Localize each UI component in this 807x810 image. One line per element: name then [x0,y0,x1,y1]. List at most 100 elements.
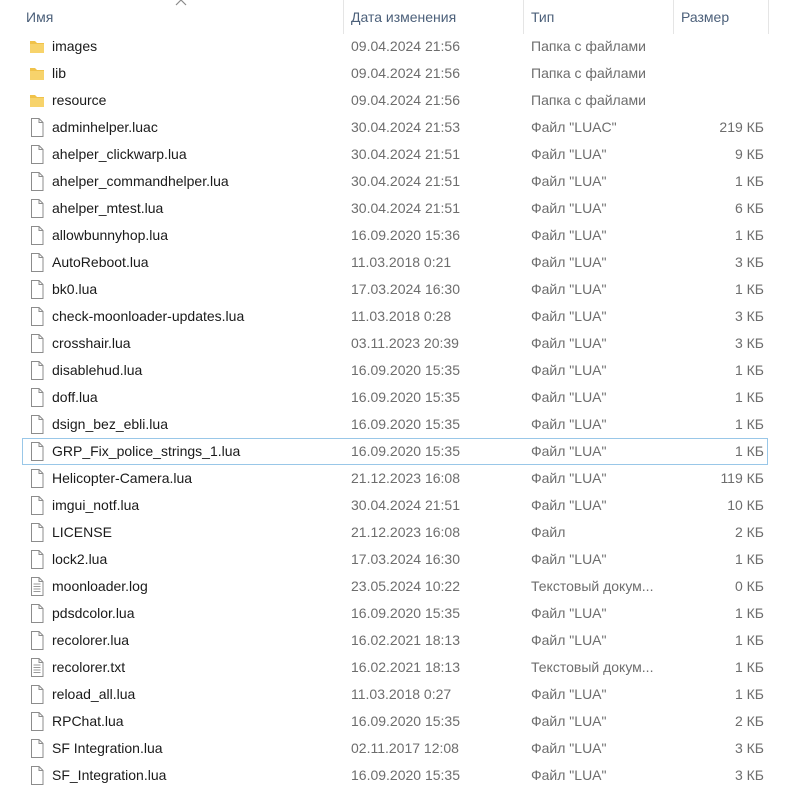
file-size [672,87,764,114]
file-row[interactable]: Helicopter-Camera.lua 21.12.2023 16:08 Фай… [22,465,768,492]
file-row[interactable]: bk0.lua 17.03.2024 16:30 Файл "LUA" 1 КБ [22,276,768,303]
column-separator[interactable] [523,0,524,34]
chevron-up-icon [175,0,187,6]
file-row[interactable]: RPChat.lua 16.09.2020 15:35 Файл "LUA" 2 КБ [22,708,768,735]
file-icon [28,495,46,516]
file-type: Файл "LUA" [531,767,607,783]
file-row[interactable]: allowbunnyhop.lua 16.09.2020 15:36 Файл "L… [22,222,768,249]
file-name: images [52,38,98,54]
file-name: AutoReboot.lua [52,254,149,270]
file-row[interactable]: pdsdcolor.lua 16.09.2020 15:35 Файл "LUA" 1… [22,600,768,627]
file-row[interactable]: ahelper_mtest.lua 30.04.2024 21:51 Файл "L… [22,195,768,222]
file-row[interactable]: moonloader.log 23.05.2024 10:22 Текстовый … [22,573,768,600]
file-name: pdsdcolor.lua [52,605,135,621]
file-icon [28,630,46,651]
file-icon [28,603,46,624]
folder-icon [28,90,46,111]
file-row[interactable]: GRP_Fix_police_strings_1.lua 16.09.2020 1… [22,438,768,465]
file-icon [28,549,46,570]
file-row[interactable]: images 09.04.2024 21:56 Папка с файлами [22,33,768,60]
file-type: Файл "LUA" [531,605,607,621]
file-row[interactable]: ahelper_clickwarp.lua 30.04.2024 21:51 Фай… [22,141,768,168]
column-header-type[interactable]: Тип [531,0,554,34]
file-size: 3 КБ [734,254,764,270]
file-date: 16.09.2020 15:35 [351,416,460,432]
file-name: SF Integration.lua [52,740,163,756]
file-name: lib [52,65,67,81]
file-name: crosshair.lua [52,335,131,351]
file-icon [28,684,46,705]
folder-icon [28,63,46,84]
column-separator[interactable] [673,0,674,34]
file-size: 1 КБ [734,362,764,378]
file-name: reload_all.lua [52,686,136,702]
file-row[interactable]: crosshair.lua 03.11.2023 20:39 Файл "LUA" 3… [22,330,768,357]
file-size [672,33,764,60]
file-name: Helicopter-Camera.lua [52,470,193,486]
file-row[interactable]: ahelper_commandhelper.lua 30.04.2024 21:5… [22,168,768,195]
file-name: doff.lua [52,389,98,405]
file-name: imgui_notf.lua [52,497,140,513]
file-icon [28,144,46,165]
file-icon [28,306,46,327]
file-name: resource [52,92,107,108]
file-row[interactable]: check-moonloader-updates.lua 11.03.2018 0… [22,303,768,330]
file-row[interactable]: lock2.lua 17.03.2024 16:30 Файл "LUA" 1 КБ [22,546,768,573]
file-type: Файл "LUA" [531,443,607,459]
file-name: bk0.lua [52,281,98,297]
file-row[interactable]: imgui_notf.lua 30.04.2024 21:51 Файл "LUA"… [22,492,768,519]
column-separator[interactable] [768,0,769,34]
file-date: 30.04.2024 21:53 [351,119,460,135]
file-icon [28,468,46,489]
file-size: 1 КБ [734,659,764,675]
file-row[interactable]: doff.lua 16.09.2020 15:35 Файл "LUA" 1 КБ [22,384,768,411]
file-name: adminhelper.luac [52,119,158,135]
file-row[interactable]: disablehud.lua 16.09.2020 15:35 Файл "LUA"… [22,357,768,384]
file-date: 16.02.2021 18:13 [351,632,460,648]
column-separator[interactable] [343,0,344,34]
file-size: 3 КБ [734,335,764,351]
file-size: 1 КБ [734,173,764,189]
file-name: lock2.lua [52,551,108,567]
file-size: 10 КБ [727,497,764,513]
file-row[interactable]: adminhelper.luac 30.04.2024 21:53 Файл "LU… [22,114,768,141]
file-row[interactable]: SF Integration.lua 02.11.2017 12:08 Файл "… [22,735,768,762]
file-row[interactable]: recolorer.txt 16.02.2021 18:13 Текстовый д… [22,654,768,681]
file-date: 09.04.2024 21:56 [351,38,460,54]
file-name: moonloader.log [52,578,148,594]
file-icon [28,738,46,759]
text-document-icon [28,657,46,678]
file-size: 1 КБ [734,227,764,243]
file-type: Файл "LUA" [531,686,607,702]
column-header-size[interactable]: Размер [681,0,729,34]
file-type: Текстовый докум... [531,659,654,675]
file-date: 11.03.2018 0:27 [351,686,452,702]
file-size: 1 КБ [734,632,764,648]
file-type: Папка с файлами [531,92,646,108]
file-size: 1 КБ [734,686,764,702]
file-row[interactable]: LICENSE 21.12.2023 16:08 Файл 2 КБ [22,519,768,546]
file-size [672,60,764,87]
file-name: allowbunnyhop.lua [52,227,168,243]
column-header-bar: Имя Дата изменения Тип Размер [0,0,807,34]
file-row[interactable]: SF_Integration.lua 16.09.2020 15:35 Файл "… [22,762,768,789]
file-icon [28,279,46,300]
column-header-date[interactable]: Дата изменения [351,0,456,34]
file-name: GRP_Fix_police_strings_1.lua [52,443,241,459]
file-name: dsign_bez_ebli.lua [52,416,168,432]
file-row[interactable]: recolorer.lua 16.02.2021 18:13 Файл "LUA" 1… [22,627,768,654]
file-type: Файл "LUA" [531,470,607,486]
column-header-name[interactable]: Имя [26,0,53,34]
file-row[interactable]: dsign_bez_ebli.lua 16.09.2020 15:35 Файл "… [22,411,768,438]
file-row[interactable]: lib 09.04.2024 21:56 Папка с файлами [22,60,768,87]
file-row[interactable]: reload_all.lua 11.03.2018 0:27 Файл "LUA" 1… [22,681,768,708]
file-row[interactable]: AutoReboot.lua 11.03.2018 0:21 Файл "LUA" 3… [22,249,768,276]
file-row[interactable]: resource 09.04.2024 21:56 Папка с файлами [22,87,768,114]
file-date: 30.04.2024 21:51 [351,173,460,189]
file-icon [28,117,46,138]
file-type: Файл "LUA" [531,146,607,162]
file-type: Файл "LUA" [531,362,607,378]
file-size: 119 КБ [720,470,764,486]
file-icon [28,765,46,786]
file-icon [28,387,46,408]
